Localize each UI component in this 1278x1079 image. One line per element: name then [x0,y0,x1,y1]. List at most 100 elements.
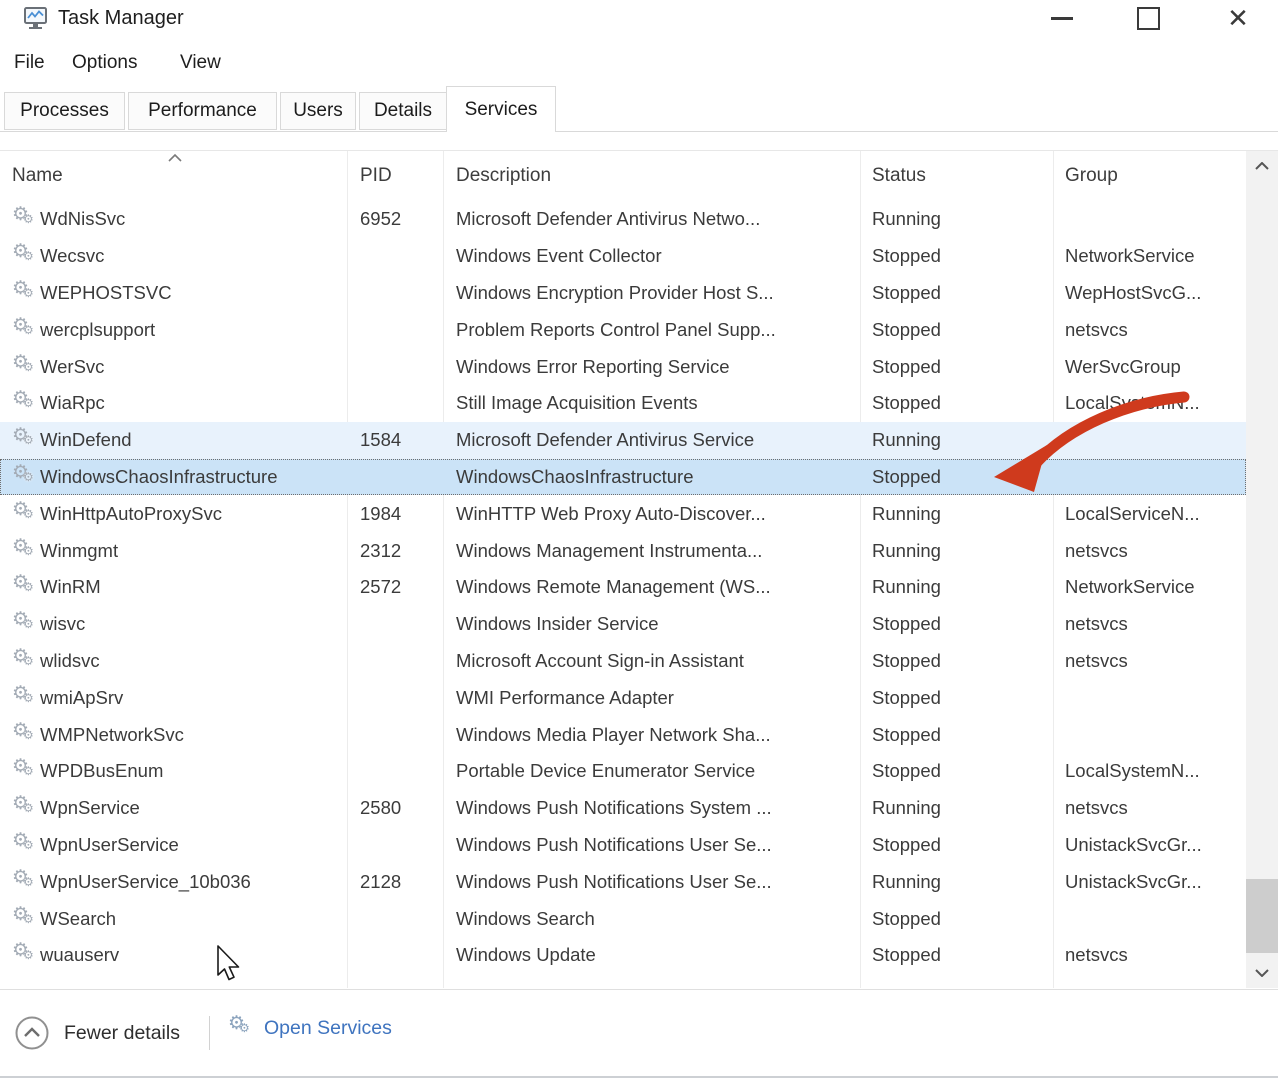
service-pid-cell [360,900,440,937]
service-pid-cell: 1984 [360,495,440,532]
service-row[interactable]: ⚙⚙wercplsupportProblem Reports Control P… [0,311,1246,348]
footer-bar: Fewer details ⚙⚙ Open Services [0,990,1278,1076]
service-description-cell: Microsoft Defender Antivirus Netwo... [456,201,854,238]
gear-glyph-small: ⚙ [23,838,34,852]
open-services-link[interactable]: ⚙⚙ Open Services [228,1015,392,1041]
gear-icon: ⚙⚙ [12,648,38,674]
column-header-status[interactable]: Status [872,151,926,201]
scroll-up-button[interactable] [1246,151,1278,181]
window-title: Task Manager [58,7,184,30]
service-pid-cell [360,753,440,790]
service-name-cell: WpnService [40,790,340,827]
close-button[interactable]: ✕ [1209,0,1267,36]
service-row[interactable]: ⚙⚙WinDefend1584Microsoft Defender Antivi… [0,422,1246,459]
tab-users[interactable]: Users [280,92,356,130]
service-icon-cell: ⚙⚙ [12,716,40,753]
service-row[interactable]: ⚙⚙WindowsChaosInfrastructureWindowsChaos… [0,459,1246,496]
service-status-cell: Stopped [872,753,1048,790]
service-row[interactable]: ⚙⚙wuauservWindows UpdateStoppednetsvcs [0,937,1246,974]
service-row[interactable]: ⚙⚙WiaRpcStill Image Acquisition EventsSt… [0,385,1246,422]
gear-glyph-small: ⚙ [23,580,34,594]
service-description-cell: Microsoft Defender Antivirus Service [456,422,854,459]
vertical-scrollbar[interactable] [1246,151,1278,988]
gear-icon: ⚙⚙ [12,206,38,232]
service-status-cell: Stopped [872,643,1048,680]
service-description-cell: Windows Update [456,937,854,974]
gear-icon: ⚙⚙ [12,390,38,416]
fewer-details-button[interactable]: Fewer details [14,1015,180,1051]
service-icon-cell: ⚙⚙ [12,385,40,422]
gear-glyph-small: ⚙ [23,544,34,558]
service-pid-cell: 2128 [360,863,440,900]
gear-glyph-small: ⚙ [23,764,34,778]
service-row[interactable]: ⚙⚙WinRM2572Windows Remote Management (WS… [0,569,1246,606]
service-name-cell: WdNisSvc [40,201,340,238]
window-bottom-edge [0,1076,1278,1078]
service-row[interactable]: ⚙⚙WpnService2580Windows Push Notificatio… [0,790,1246,827]
tab-details[interactable]: Details [359,92,447,130]
service-pid-cell [360,275,440,312]
maximize-button[interactable] [1119,0,1177,36]
service-name-cell: wmiApSrv [40,679,340,716]
service-status-cell: Stopped [872,900,1048,937]
service-row[interactable]: ⚙⚙WpnUserServiceWindows Push Notificatio… [0,827,1246,864]
service-group-cell [1065,900,1243,937]
tab-performance[interactable]: Performance [128,92,277,130]
column-header-group[interactable]: Group [1065,151,1118,201]
gear-glyph-small: ⚙ [23,212,34,226]
service-group-cell: netsvcs [1065,606,1243,643]
service-row[interactable]: ⚙⚙WecsvcWindows Event CollectorStoppedNe… [0,238,1246,275]
service-name-cell: WMPNetworkSvc [40,716,340,753]
service-row[interactable]: ⚙⚙WerSvcWindows Error Reporting ServiceS… [0,348,1246,385]
service-description-cell: Windows Error Reporting Service [456,348,854,385]
service-description-cell: Windows Encryption Provider Host S... [456,275,854,312]
service-group-cell [1065,422,1243,459]
service-description-cell: Windows Insider Service [456,606,854,643]
service-row[interactable]: ⚙⚙WinHttpAutoProxySvc1984WinHTTP Web Pro… [0,495,1246,532]
service-icon-cell: ⚙⚙ [12,900,40,937]
minimize-icon [1051,17,1073,20]
menu-file[interactable]: File [8,44,51,82]
service-pid-cell [360,311,440,348]
service-icon-cell: ⚙⚙ [12,679,40,716]
menu-options[interactable]: Options [66,44,143,82]
gear-icon: ⚙⚙ [12,427,38,453]
scrollbar-thumb[interactable] [1246,879,1278,953]
service-name-cell: WEPHOSTSVC [40,275,340,312]
tab-processes[interactable]: Processes [4,92,125,130]
service-status-cell: Stopped [872,679,1048,716]
service-pid-cell [360,238,440,275]
service-group-cell [1065,679,1243,716]
service-name-cell: wuauserv [40,937,340,974]
service-group-cell [1065,459,1243,496]
maximize-icon [1137,7,1160,30]
service-row[interactable]: ⚙⚙wisvcWindows Insider ServiceStoppednet… [0,606,1246,643]
service-icon-cell: ⚙⚙ [12,790,40,827]
menu-view[interactable]: View [174,44,227,82]
column-header-pid[interactable]: PID [360,151,392,201]
service-row[interactable]: ⚙⚙WSearchWindows SearchStopped [0,900,1246,937]
service-row[interactable]: ⚙⚙WMPNetworkSvcWindows Media Player Netw… [0,716,1246,753]
service-row[interactable]: ⚙⚙wlidsvcMicrosoft Account Sign-in Assis… [0,643,1246,680]
column-header-description[interactable]: Description [456,151,551,201]
service-pid-cell [360,937,440,974]
minimize-button[interactable] [1033,0,1091,36]
service-group-cell: UnistackSvcGr... [1065,863,1243,900]
service-row[interactable]: ⚙⚙WpnUserService_10b0362128Windows Push … [0,863,1246,900]
service-row[interactable]: ⚙⚙wmiApSrvWMI Performance AdapterStopped [0,679,1246,716]
service-pid-cell [360,606,440,643]
service-description-cell: Windows Search [456,900,854,937]
service-pid-cell: 2572 [360,569,440,606]
scroll-down-button[interactable] [1246,958,1278,988]
column-header-name[interactable]: Name [12,151,63,201]
service-icon-cell: ⚙⚙ [12,495,40,532]
service-status-cell: Stopped [872,716,1048,753]
service-row[interactable]: ⚙⚙WPDBusEnumPortable Device Enumerator S… [0,753,1246,790]
service-row[interactable]: ⚙⚙Winmgmt2312Windows Management Instrume… [0,532,1246,569]
service-icon-cell: ⚙⚙ [12,753,40,790]
service-row[interactable]: ⚙⚙WdNisSvc6952Microsoft Defender Antivir… [0,201,1246,238]
service-pid-cell [360,716,440,753]
tab-services[interactable]: Services [446,86,556,132]
open-services-label: Open Services [264,1017,392,1040]
service-row[interactable]: ⚙⚙WEPHOSTSVCWindows Encryption Provider … [0,275,1246,312]
